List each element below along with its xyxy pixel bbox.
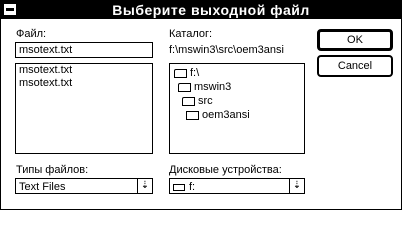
filetypes-dropdown[interactable]: Text Files ⇣ (15, 178, 153, 194)
ok-button[interactable]: OK (317, 29, 393, 51)
drives-value: f: (173, 180, 195, 194)
chevron-down-icon[interactable]: ⇣ (289, 179, 304, 193)
system-menu-icon[interactable] (3, 3, 17, 16)
file-label: Файл: (16, 28, 47, 40)
filetypes-label: Типы файлов: (16, 164, 89, 176)
filetypes-value: Text Files (19, 181, 66, 193)
directory-label: Каталог: (169, 28, 213, 40)
list-item[interactable]: msotext.txt (16, 64, 152, 77)
list-item[interactable]: msotext.txt (16, 77, 152, 90)
folder-icon (186, 110, 199, 120)
folder-open-icon (178, 82, 191, 92)
directory-tree[interactable]: f:\ mswin3 src oem3ansi (169, 63, 305, 154)
dir-item-root[interactable]: f:\ (174, 66, 199, 80)
window-title: Выберите выходной файл (112, 2, 310, 18)
dir-item-mswin3[interactable]: mswin3 (178, 80, 231, 94)
file-name-input[interactable]: msotext.txt (15, 42, 153, 58)
title-bar: Выберите выходной файл (1, 1, 401, 19)
folder-open-icon (174, 68, 187, 78)
drives-label: Дисковые устройства: (169, 164, 282, 176)
dir-item-oem3ansi[interactable]: oem3ansi (186, 108, 250, 122)
chevron-down-icon[interactable]: ⇣ (137, 179, 152, 193)
save-file-dialog: Выберите выходной файл Файл: msotext.txt… (0, 0, 402, 210)
directory-path: f:\mswin3\src\oem3ansi (169, 44, 284, 56)
cancel-button[interactable]: Cancel (317, 55, 393, 77)
dir-item-src[interactable]: src (182, 94, 213, 108)
drive-icon (173, 183, 185, 191)
drives-dropdown[interactable]: f: ⇣ (169, 178, 305, 194)
folder-open-icon (182, 96, 195, 106)
file-list[interactable]: msotext.txt msotext.txt (15, 63, 153, 154)
